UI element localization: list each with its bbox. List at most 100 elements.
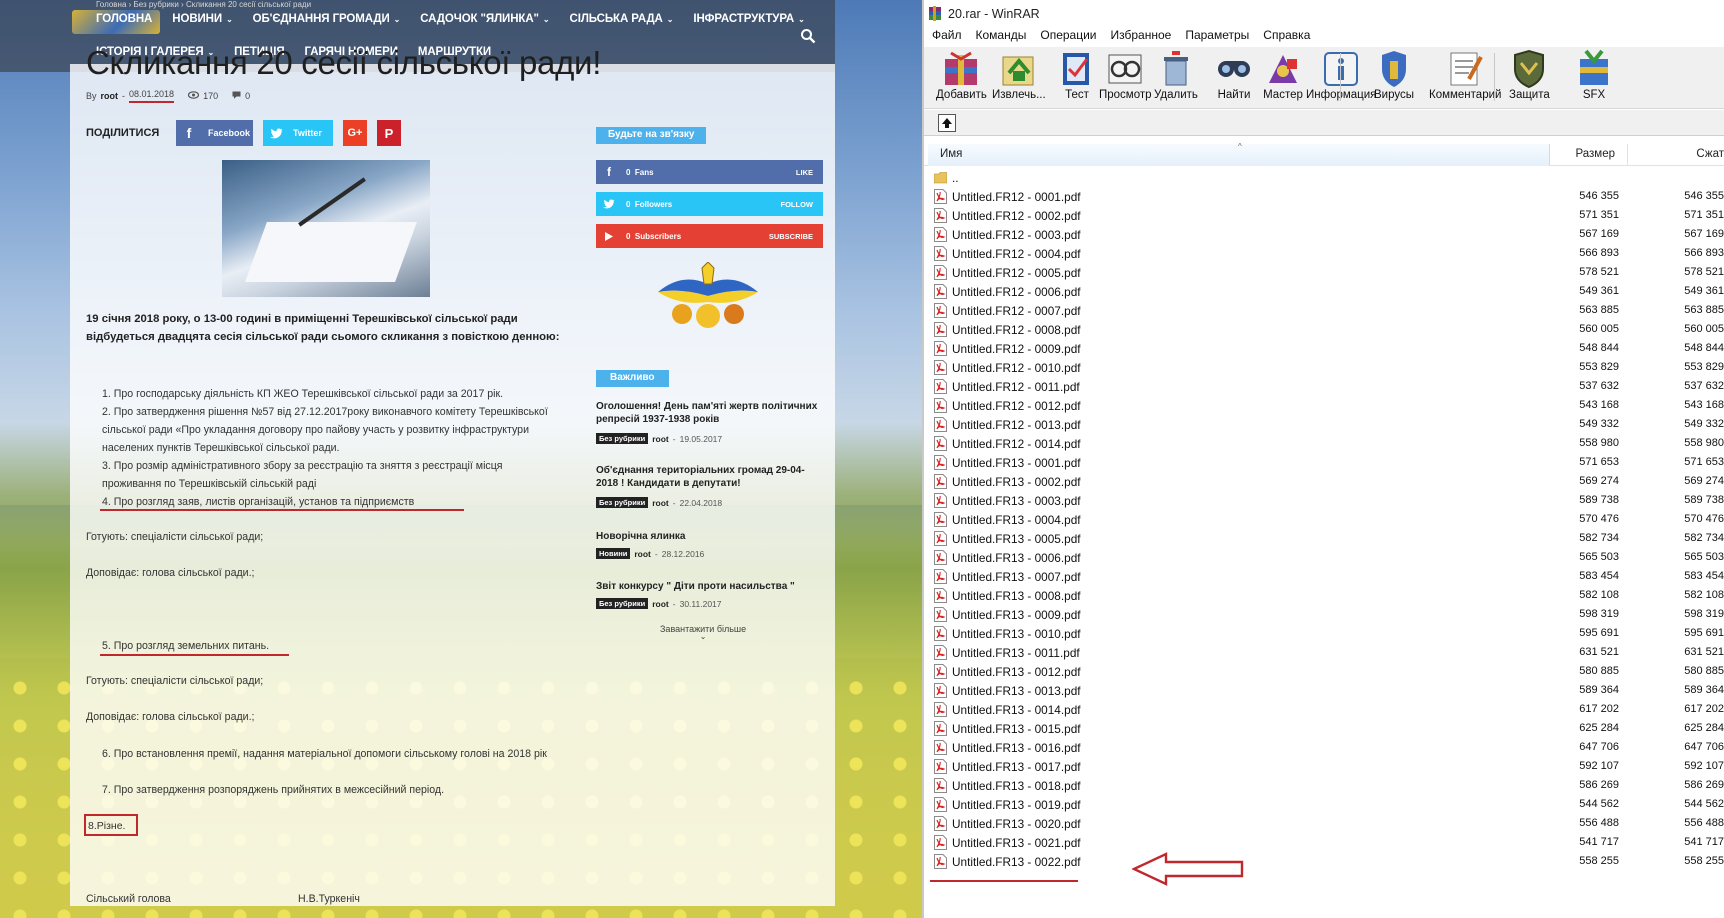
file-row[interactable]: Untitled.FR12 - 0010.pdf 553 829 553 829 — [924, 358, 1724, 377]
nav-item-nav-0[interactable]: ГОЛОВНА — [96, 13, 152, 25]
toolbar-button-extract[interactable]: Извлечь... — [992, 49, 1046, 107]
file-row[interactable]: Untitled.FR12 - 0007.pdf 563 885 563 885 — [924, 301, 1724, 320]
file-row[interactable]: Untitled.FR12 - 0005.pdf 578 521 578 521 — [924, 263, 1724, 282]
file-row[interactable]: Untitled.FR13 - 0020.pdf 556 488 556 488 — [924, 814, 1724, 833]
file-name: Untitled.FR13 - 0001.pdf — [952, 456, 1081, 470]
nav-item-nav-1[interactable]: НОВИНИ ⌄ — [172, 13, 233, 25]
column-header-packed[interactable]: Сжат — [1629, 144, 1724, 166]
file-row[interactable]: Untitled.FR13 - 0006.pdf 565 503 565 503 — [924, 548, 1724, 567]
file-row[interactable]: Untitled.FR12 - 0009.pdf 548 844 548 844 — [924, 339, 1724, 358]
news-title-3[interactable]: Новорічна ялинка — [596, 530, 826, 543]
toolbar-button-view[interactable]: Просмотр — [1099, 49, 1152, 107]
file-row[interactable]: Untitled.FR13 - 0004.pdf 570 476 570 476 — [924, 510, 1724, 529]
column-header-size[interactable]: Размер — [1551, 144, 1628, 166]
file-row[interactable]: Untitled.FR13 - 0012.pdf 580 885 580 885 — [924, 662, 1724, 681]
file-row[interactable]: Untitled.FR13 - 0003.pdf 589 738 589 738 — [924, 491, 1724, 510]
file-row[interactable]: Untitled.FR13 - 0013.pdf 589 364 589 364 — [924, 681, 1724, 700]
file-row[interactable]: Untitled.FR13 - 0014.pdf 617 202 617 202 — [924, 700, 1724, 719]
news-author-4[interactable]: root — [652, 599, 669, 609]
ukraine-emblem-image — [658, 262, 758, 328]
toolbar-button-virus-scan[interactable]: Вирусы — [1374, 49, 1414, 107]
file-row[interactable]: Untitled.FR13 - 0022.pdf 558 255 558 255 — [924, 852, 1724, 871]
column-header-name[interactable]: ^ Имя — [928, 142, 1550, 166]
news-author-1[interactable]: root — [652, 434, 669, 444]
toolbar-button-comment[interactable]: Комментарий — [1429, 49, 1501, 107]
file-size: 631 521 — [1579, 646, 1619, 658]
toolbar-button-find[interactable]: Найти — [1214, 49, 1254, 107]
news-author-2[interactable]: root — [652, 498, 669, 508]
menu-item-3[interactable]: Избранное — [1111, 28, 1172, 46]
share-facebook-button[interactable]: f Facebook — [176, 120, 253, 146]
share-twitter-button[interactable]: Twitter — [263, 120, 333, 146]
file-row[interactable]: Untitled.FR12 - 0012.pdf 543 168 543 168 — [924, 396, 1724, 415]
nav-item-nav-4[interactable]: СІЛЬСЬКА РАДА ⌄ — [570, 13, 674, 25]
comments-count[interactable]: 0 — [245, 91, 250, 101]
file-row[interactable]: Untitled.FR13 - 0010.pdf 595 691 595 691 — [924, 624, 1724, 643]
news-author-3[interactable]: root — [634, 549, 651, 559]
file-row[interactable]: Untitled.FR12 - 0011.pdf 537 632 537 632 — [924, 377, 1724, 396]
share-pinterest-button[interactable]: P — [377, 120, 401, 146]
file-row[interactable]: Untitled.FR13 - 0001.pdf 571 653 571 653 — [924, 453, 1724, 472]
news-category-2[interactable]: Без рубрики — [596, 497, 649, 508]
file-row[interactable]: Untitled.FR13 - 0011.pdf 631 521 631 521 — [924, 643, 1724, 662]
file-size: 582 734 — [1579, 532, 1619, 544]
file-row[interactable]: Untitled.FR12 - 0014.pdf 558 980 558 980 — [924, 434, 1724, 453]
file-row[interactable]: Untitled.FR13 - 0021.pdf 541 717 541 717 — [924, 833, 1724, 852]
news-category-4[interactable]: Без рубрики — [596, 598, 649, 609]
file-row[interactable]: Untitled.FR12 - 0006.pdf 549 361 549 361 — [924, 282, 1724, 301]
file-row[interactable]: Untitled.FR13 - 0015.pdf 625 284 625 284 — [924, 719, 1724, 738]
sidebar-youtube-subscribers[interactable]: 0 Subscribers SUBSCRIBE — [596, 224, 823, 248]
facebook-like-action[interactable]: LIKE — [796, 168, 823, 177]
menu-item-4[interactable]: Параметры — [1185, 28, 1249, 46]
post-author[interactable]: root — [101, 91, 119, 101]
file-row[interactable]: Untitled.FR13 - 0008.pdf 582 108 582 108 — [924, 586, 1724, 605]
toolbar-button-sfx[interactable]: SFX — [1574, 49, 1614, 107]
file-name: Untitled.FR13 - 0007.pdf — [952, 570, 1081, 584]
file-row[interactable]: Untitled.FR12 - 0013.pdf 549 332 549 332 — [924, 415, 1724, 434]
up-folder-button[interactable] — [938, 114, 956, 132]
toolbar-button-test[interactable]: Тест — [1057, 49, 1097, 107]
file-row[interactable]: Untitled.FR12 - 0003.pdf 567 169 567 169 — [924, 225, 1724, 244]
file-row[interactable]: Untitled.FR13 - 0017.pdf 592 107 592 107 — [924, 757, 1724, 776]
file-row[interactable]: Untitled.FR13 - 0019.pdf 544 562 544 562 — [924, 795, 1724, 814]
file-row[interactable]: Untitled.FR12 - 0008.pdf 560 005 560 005 — [924, 320, 1724, 339]
share-gplus-button[interactable]: G+ — [343, 120, 367, 146]
parent-folder-row[interactable]: .. — [924, 168, 1724, 187]
file-row[interactable]: Untitled.FR13 - 0002.pdf 569 274 569 274 — [924, 472, 1724, 491]
file-row[interactable]: Untitled.FR12 - 0001.pdf 546 355 546 355 — [924, 187, 1724, 206]
toolbar-button-add-archive[interactable]: Добавить — [936, 49, 987, 107]
nav-item-nav-2[interactable]: ОБ'ЄДНАННЯ ГРОМАДИ ⌄ — [253, 13, 401, 25]
menu-item-2[interactable]: Операции — [1040, 28, 1096, 46]
sidebar-twitter-followers[interactable]: 0 Followers FOLLOW — [596, 192, 823, 216]
sidebar-facebook-fans[interactable]: f 0 Fans LIKE — [596, 160, 823, 184]
search-icon[interactable] — [800, 28, 816, 44]
news-title-2[interactable]: Об'єднання територіальних громад 29-04-2… — [596, 464, 826, 490]
views-count: 170 — [203, 91, 219, 101]
load-more-link[interactable]: Завантажити більше ⌄ — [660, 624, 746, 641]
nav-item-nav-5[interactable]: ІНФРАСТРУКТУРА ⌄ — [693, 13, 804, 25]
menu-item-1[interactable]: Команды — [976, 28, 1027, 46]
youtube-subscribe-action[interactable]: SUBSCRIBE — [769, 232, 823, 241]
news-category-1[interactable]: Без рубрики — [596, 433, 649, 444]
menu-item-0[interactable]: Файл — [932, 28, 962, 46]
file-row[interactable]: Untitled.FR12 - 0004.pdf 566 893 566 893 — [924, 244, 1724, 263]
file-row[interactable]: Untitled.FR12 - 0002.pdf 571 351 571 351 — [924, 206, 1724, 225]
toolbar-button-info[interactable]: Информация — [1306, 49, 1376, 107]
twitter-follow-action[interactable]: FOLLOW — [781, 200, 824, 209]
news-title-1[interactable]: Оголошення! День пам'яті жертв політични… — [596, 400, 826, 426]
file-row[interactable]: Untitled.FR13 - 0018.pdf 586 269 586 269 — [924, 776, 1724, 795]
file-size: 598 319 — [1579, 608, 1619, 620]
toolbar-button-delete[interactable]: Удалить — [1154, 49, 1198, 107]
nav-item-nav-3[interactable]: САДОЧОК "ЯЛИНКА" ⌄ — [420, 13, 549, 25]
menu-item-5[interactable]: Справка — [1263, 28, 1310, 46]
news-category-3[interactable]: Новини — [596, 548, 631, 559]
toolbar-button-protect[interactable]: Защита — [1509, 49, 1550, 107]
views-icon — [187, 91, 200, 101]
file-row[interactable]: Untitled.FR13 - 0005.pdf 582 734 582 734 — [924, 529, 1724, 548]
news-title-4[interactable]: Звіт конкурсу " Діти проти насильства " — [596, 580, 826, 593]
toolbar-button-wizard[interactable]: Мастер — [1263, 49, 1303, 107]
news-meta-3: Новини root - 28.12.2016 — [596, 548, 704, 559]
file-row[interactable]: Untitled.FR13 - 0009.pdf 598 319 598 319 — [924, 605, 1724, 624]
file-row[interactable]: Untitled.FR13 - 0016.pdf 647 706 647 706 — [924, 738, 1724, 757]
file-row[interactable]: Untitled.FR13 - 0007.pdf 583 454 583 454 — [924, 567, 1724, 586]
